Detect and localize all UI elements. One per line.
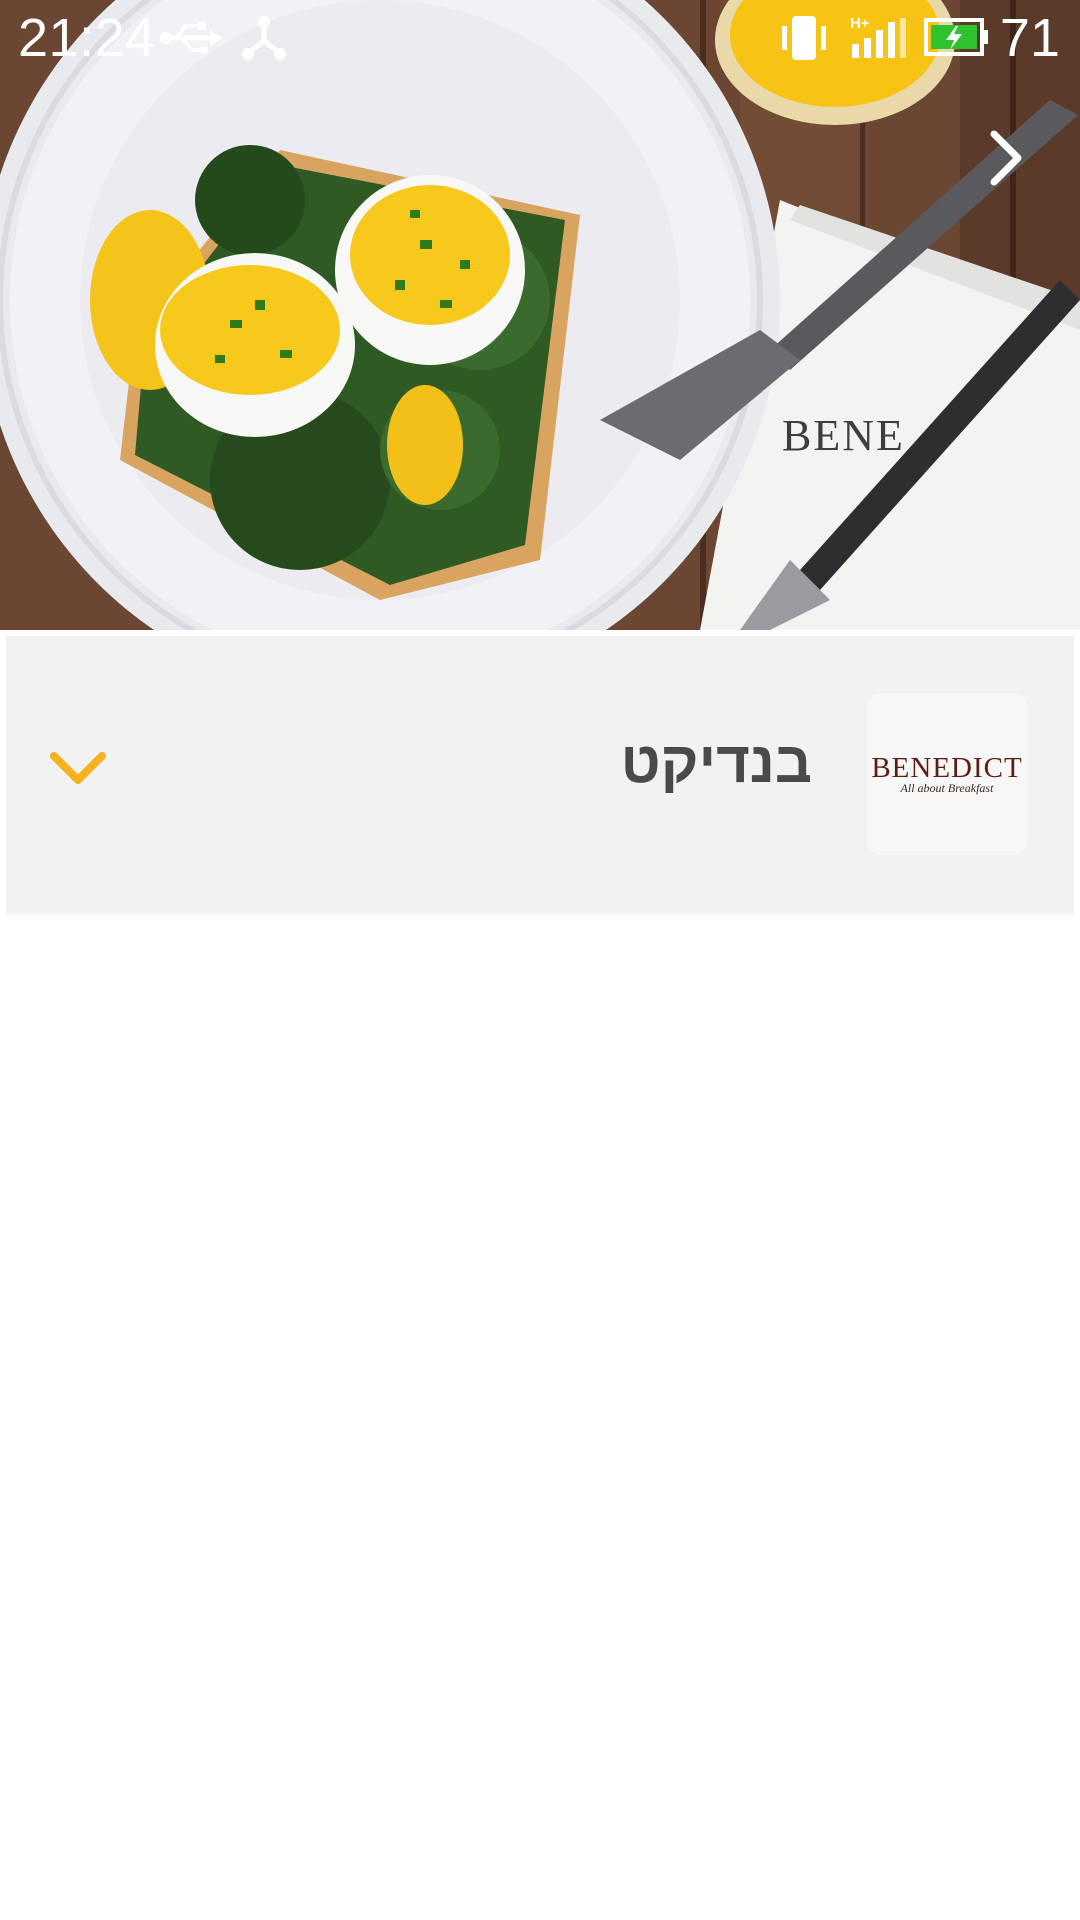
eggs-benedict-photo: BENE [0, 0, 1080, 630]
hotspot-icon [242, 16, 286, 60]
svg-text:H+: H+ [850, 15, 870, 32]
usb-icon [160, 22, 222, 54]
battery-percent: 71 [999, 8, 1060, 68]
chevron-right-icon[interactable] [976, 128, 1036, 188]
vibrate-icon [782, 16, 826, 60]
restaurant-logo: BENEDICT All about Breakfast [866, 693, 1028, 855]
hero-photo[interactable]: BENE [0, 0, 1080, 630]
status-bar: 21:24 H+ 71 [0, 0, 1080, 76]
svg-text:BENE: BENE [782, 411, 905, 460]
restaurant-card[interactable]: BENEDICT All about Breakfast בנדיקט [6, 636, 1074, 914]
logo-wordmark: BENEDICT [871, 752, 1023, 784]
logo-tagline: All about Breakfast [900, 781, 994, 795]
restaurant-name: בנדיקט [620, 730, 812, 795]
battery-charging-icon [924, 18, 988, 56]
chevron-down-icon[interactable] [46, 746, 110, 792]
status-time: 21:24 [18, 8, 156, 68]
restaurant-screen: BENE 21:24 H+ 71 BENEDICT All about Brea… [0, 0, 1080, 1920]
signal-hplus-icon: H+ [850, 15, 906, 58]
